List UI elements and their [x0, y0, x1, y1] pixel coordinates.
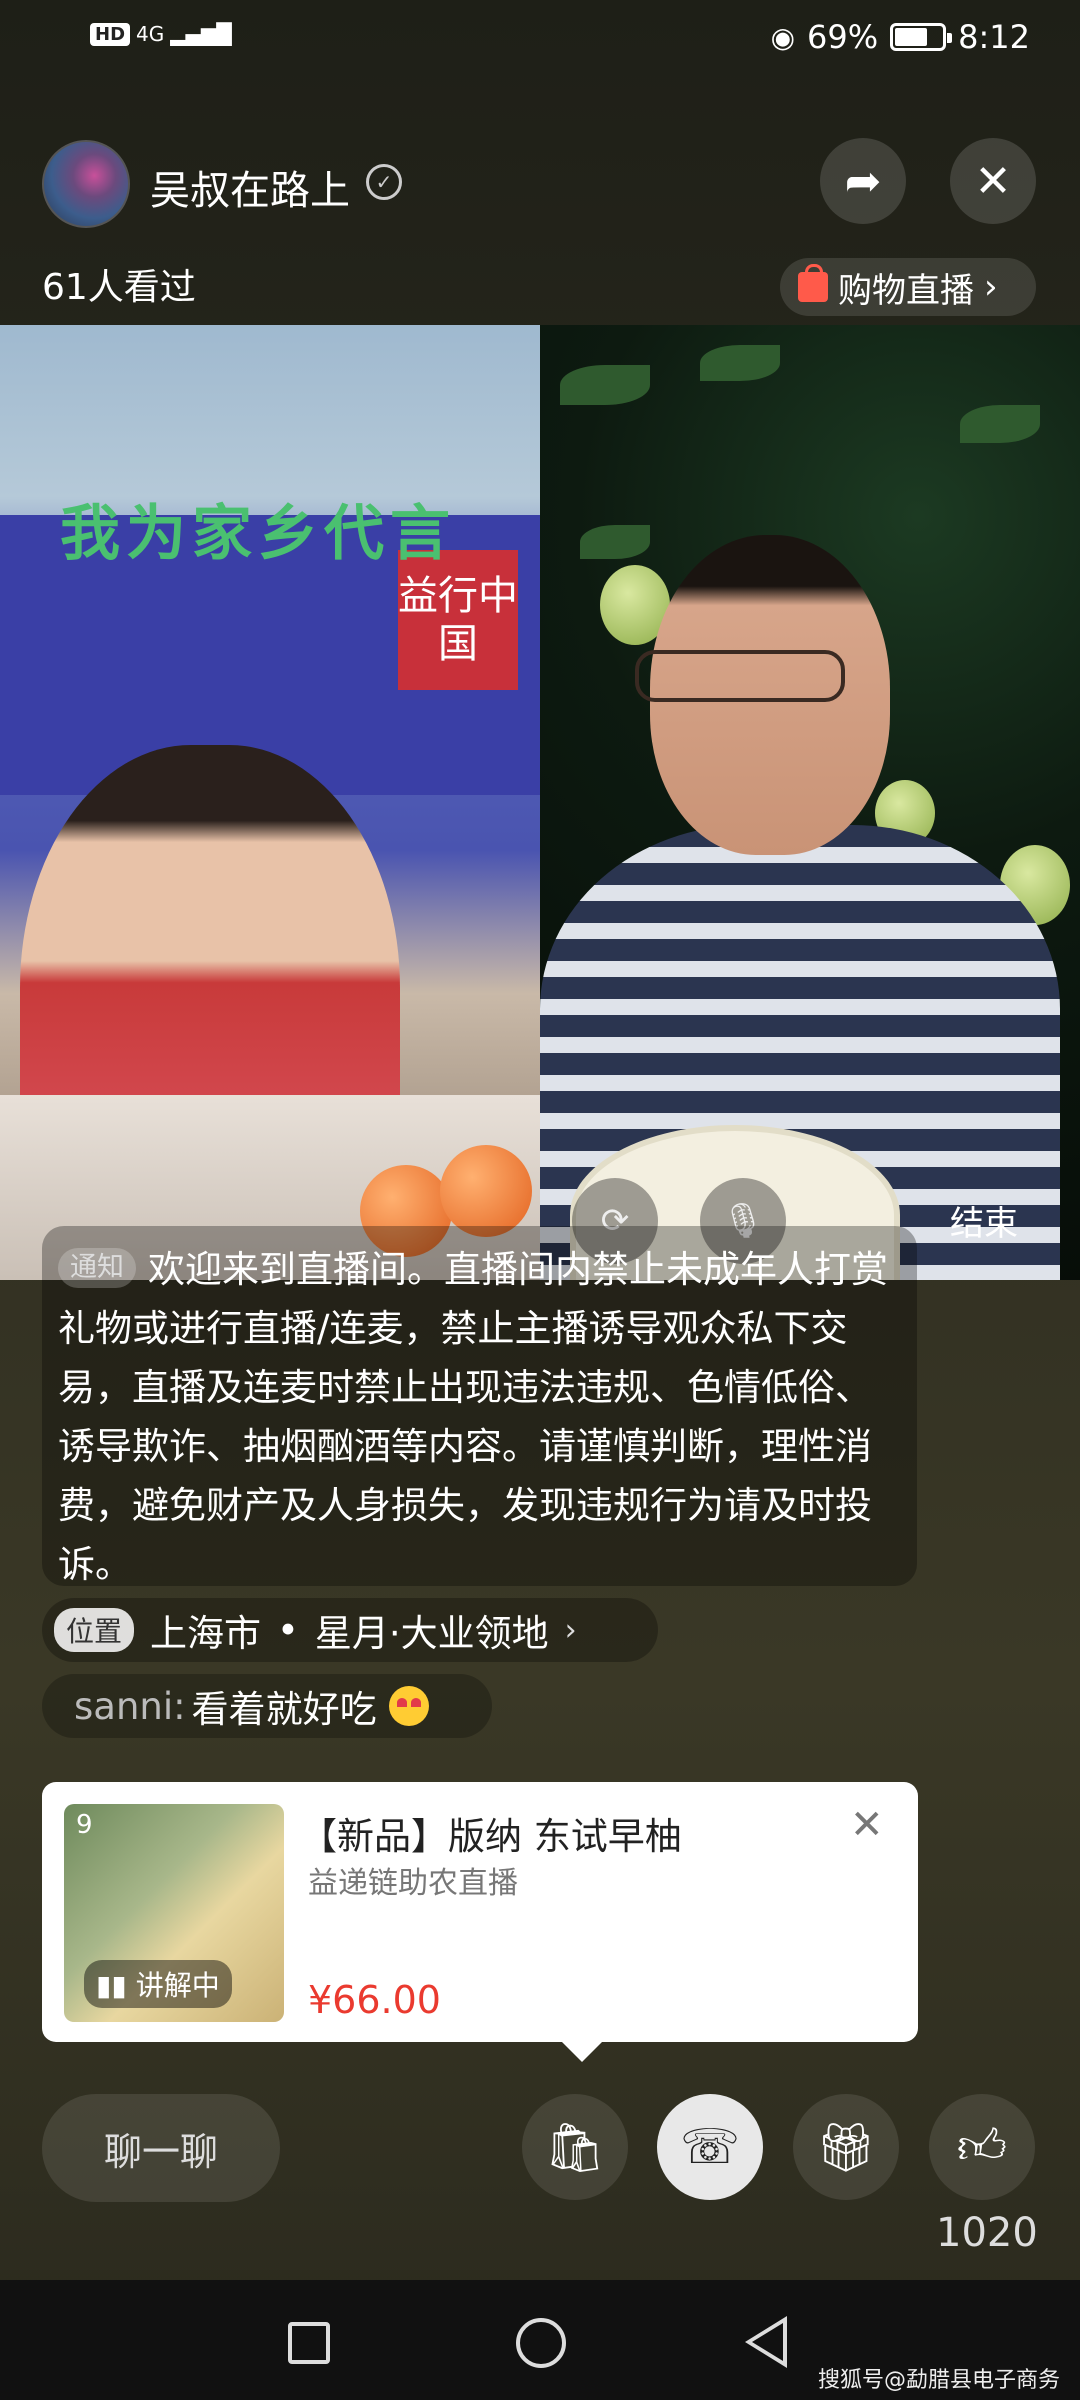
recent-apps-button[interactable] — [288, 2322, 330, 2364]
shopping-live-button[interactable]: 购物直播 › — [780, 258, 1036, 316]
orange-fruit — [440, 1145, 532, 1237]
host-video-feed: 益行中国 我为家乡代言 — [0, 325, 540, 1280]
notice-tag: 通知 — [58, 1247, 136, 1288]
product-title[interactable]: 【新品】版纳 东试早柚 — [300, 1806, 682, 1860]
battery-fill — [895, 28, 927, 46]
product-close-button[interactable]: ✕ — [850, 1802, 884, 1848]
heart-eyes-emoji-icon — [388, 1686, 429, 1726]
battery-percent: 69% — [807, 18, 879, 56]
signal-icon: ▂▄▆█ — [170, 22, 232, 46]
camera-icon: ◉ — [770, 20, 796, 54]
like-button[interactable]: 👍︎ — [929, 2094, 1035, 2200]
location-separator: • — [277, 1608, 299, 1652]
share-icon: ➦ — [844, 155, 882, 207]
shopping-live-label: 购物直播 — [838, 270, 974, 311]
verified-icon: ✓ — [366, 164, 402, 200]
status-bar: HD 4G ▂▄▆█ ◉ 69% 8:12 — [0, 0, 1080, 80]
home-button[interactable] — [516, 2318, 566, 2368]
watermark: 搜狐号@勐腊县电子商务 — [818, 2368, 1061, 2393]
notice-message: 通知 欢迎来到直播间。直播间内禁止未成年人打赏礼物或进行直播/连麦，禁止主播诱导观… — [42, 1226, 917, 1586]
comment-user: sanni: — [74, 1684, 186, 1728]
close-button[interactable]: ✕ — [950, 138, 1036, 224]
host-name[interactable]: 吴叔在路上 — [150, 158, 350, 216]
explaining-badge-label: 讲解中 — [135, 1969, 220, 2002]
gift-button[interactable]: 🎁︎ — [793, 2094, 899, 2200]
product-index: 9 — [76, 1810, 93, 1840]
gift-icon: 🎁︎ — [815, 2119, 877, 2176]
shopping-bag-icon: 🛍︎ — [544, 2119, 606, 2176]
location-city: 上海市 — [150, 1612, 262, 1655]
product-price: ¥66.00 — [308, 1978, 441, 2022]
close-icon: ✕ — [974, 155, 1012, 207]
video-call-button[interactable]: ☏ — [657, 2094, 763, 2200]
chevron-right-icon: › — [564, 1612, 577, 1648]
chevron-right-icon: › — [984, 267, 998, 307]
location-place: 星月·大业领地 — [314, 1612, 549, 1655]
product-image[interactable]: 9 ▮▮ 讲解中 — [64, 1804, 284, 2022]
hd-indicator: HD — [90, 22, 131, 46]
shopping-bag-icon — [798, 264, 828, 302]
thumbs-up-icon: 👍︎ — [956, 2119, 1008, 2175]
location-tag: 位置 — [54, 1608, 135, 1652]
product-card[interactable]: 9 ▮▮ 讲解中 【新品】版纳 东试早柚 益递链助农直播 ¥66.00 ✕ — [42, 1782, 918, 2062]
chat-comment: sanni: 看着就好吃 — [42, 1674, 492, 1738]
view-count: 61人看过 — [42, 267, 196, 308]
clock: 8:12 — [958, 18, 1030, 56]
notice-text: 欢迎来到直播间。直播间内禁止未成年人打赏礼物或进行直播/连麦，禁止主播诱导观众私… — [58, 1248, 888, 1586]
comment-text: 看着就好吃 — [191, 1688, 377, 1731]
leaf — [560, 365, 650, 405]
glasses — [635, 650, 845, 702]
like-count: 1020 — [936, 2210, 1038, 2256]
leaf — [960, 405, 1040, 443]
host-avatar[interactable] — [42, 140, 130, 228]
chat-input-button[interactable]: 聊一聊 — [42, 2094, 280, 2202]
network-indicator: 4G — [136, 22, 165, 46]
leaf — [700, 345, 780, 381]
product-subtitle: 益递链助农直播 — [308, 1866, 518, 1901]
guest-video-feed — [540, 325, 1080, 1280]
end-call-button[interactable]: 结束 — [950, 1196, 1018, 1245]
banner-slogan: 我为家乡代言 — [60, 499, 456, 569]
location-chip[interactable]: 位置 上海市 • 星月·大业领地 › — [42, 1598, 658, 1662]
back-button[interactable] — [745, 2316, 787, 2368]
video-call-icon: ☏ — [679, 2119, 741, 2175]
battery-icon — [890, 23, 953, 51]
shopping-bag-button[interactable]: 🛍︎ — [522, 2094, 628, 2200]
explaining-badge: ▮▮ 讲解中 — [84, 1960, 232, 2008]
share-button[interactable]: ➦ — [820, 138, 906, 224]
leaf — [580, 525, 650, 559]
stream-header: 吴叔在路上 ✓ ➦ ✕ — [0, 130, 1080, 240]
